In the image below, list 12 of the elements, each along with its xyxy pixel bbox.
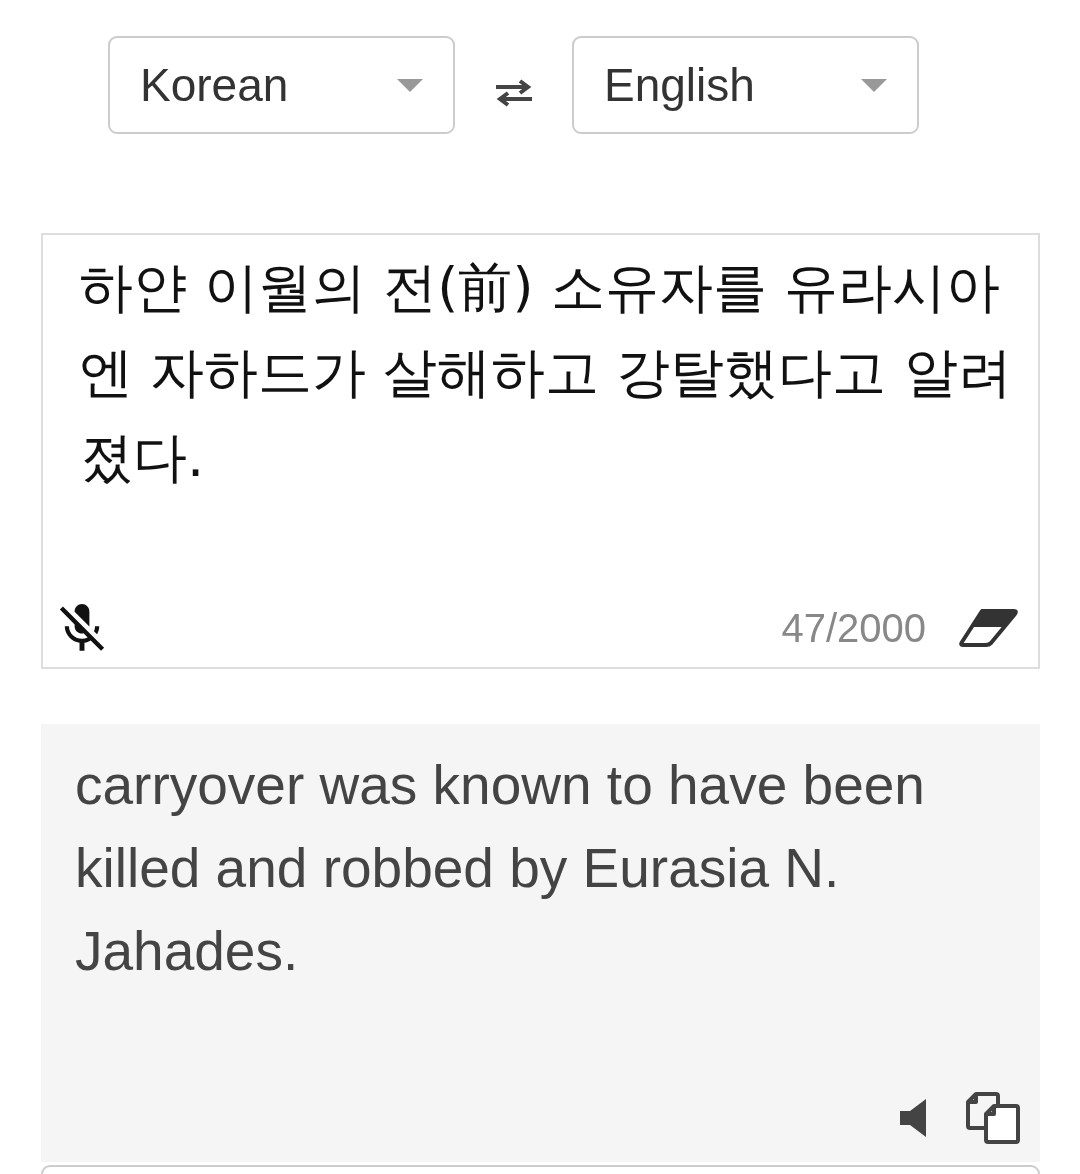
source-text-field[interactable]: 하얀 이월의 전(前) 소유자를 유라시아엔 자하드가 살해하고 강탈했다고 알려졌다. bbox=[43, 235, 1038, 599]
copy-icon[interactable] bbox=[966, 1092, 1020, 1144]
target-language-dropdown[interactable]: English bbox=[572, 36, 919, 134]
caret-icon bbox=[861, 78, 887, 92]
translated-text: carryover was known to have been killed and robbed by Eurasia N. Jahades. bbox=[74, 753, 926, 984]
character-counter: 47/2000 bbox=[781, 605, 926, 651]
speaker-icon[interactable] bbox=[900, 1099, 926, 1137]
eraser-icon[interactable] bbox=[958, 608, 1018, 648]
mic-off-icon[interactable] bbox=[59, 604, 105, 652]
swap-arrows-icon[interactable] bbox=[493, 79, 534, 107]
caret-icon bbox=[397, 78, 423, 92]
source-language-dropdown[interactable]: Korean bbox=[108, 36, 455, 134]
